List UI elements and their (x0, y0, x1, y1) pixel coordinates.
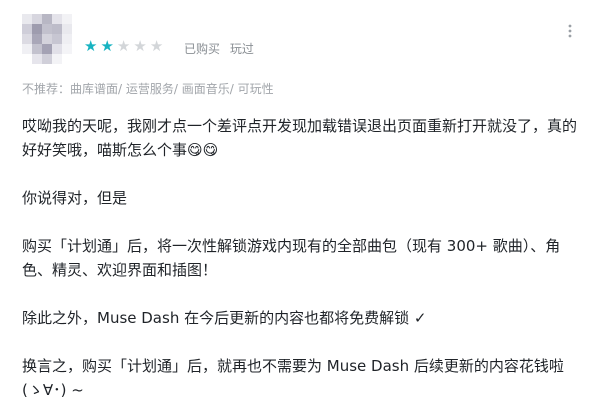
tag-item: 画面音乐 (181, 82, 230, 96)
tag-separator: / (173, 82, 182, 96)
purchase-status: 已购买 (184, 42, 221, 56)
star-empty-icon: ★ (149, 37, 164, 55)
tag-item: 可玩性 (237, 82, 274, 96)
star-empty-icon: ★ (133, 37, 147, 55)
played-status: 玩过 (229, 42, 254, 56)
star-empty-icon: ★ (116, 37, 131, 55)
review-paragraph: 你说得对，但是 (22, 189, 128, 207)
avatar[interactable] (22, 14, 72, 64)
tag-separator: / (229, 82, 238, 96)
tag-item: 运营服务 (125, 82, 174, 96)
more-icon[interactable] (563, 24, 577, 38)
star-filled-icon: ★ (100, 37, 114, 55)
tags-prefix: 不推荐： (22, 82, 71, 96)
review-paragraph: 哎呦我的天呢，我刚才点一个差评点开发现加载错误退出页面重新打开就没了，真的好好笑… (22, 117, 578, 159)
review-paragraph: 除此之外，Muse Dash 在今后更新的内容也都将免费解锁 ✓ (22, 309, 427, 327)
star-filled-icon: ★ (84, 37, 98, 55)
review-meta: 已购买 玩过 (184, 40, 260, 57)
rating-stars: ★ ★ ★ ★ ★ (84, 38, 163, 54)
review-body: 哎呦我的天呢，我刚才点一个差评点开发现加载错误退出页面重新打开就没了，真的好好笑… (22, 114, 578, 402)
review-paragraph: 换言之，购买「计划通」后，就再也不需要为 Muse Dash 后续更新的内容花钱… (22, 357, 564, 399)
tag-separator: / (118, 82, 126, 96)
review-paragraph: 购买「计划通」后，将一次性解锁游戏内现有的全部曲包（现有 300+ 歌曲）、角色… (22, 237, 561, 279)
tag-item: 曲库谱面 (70, 82, 119, 96)
not-recommended-tags: 不推荐：曲库谱面/ 运营服务/ 画面音乐/ 可玩性 (22, 80, 274, 97)
